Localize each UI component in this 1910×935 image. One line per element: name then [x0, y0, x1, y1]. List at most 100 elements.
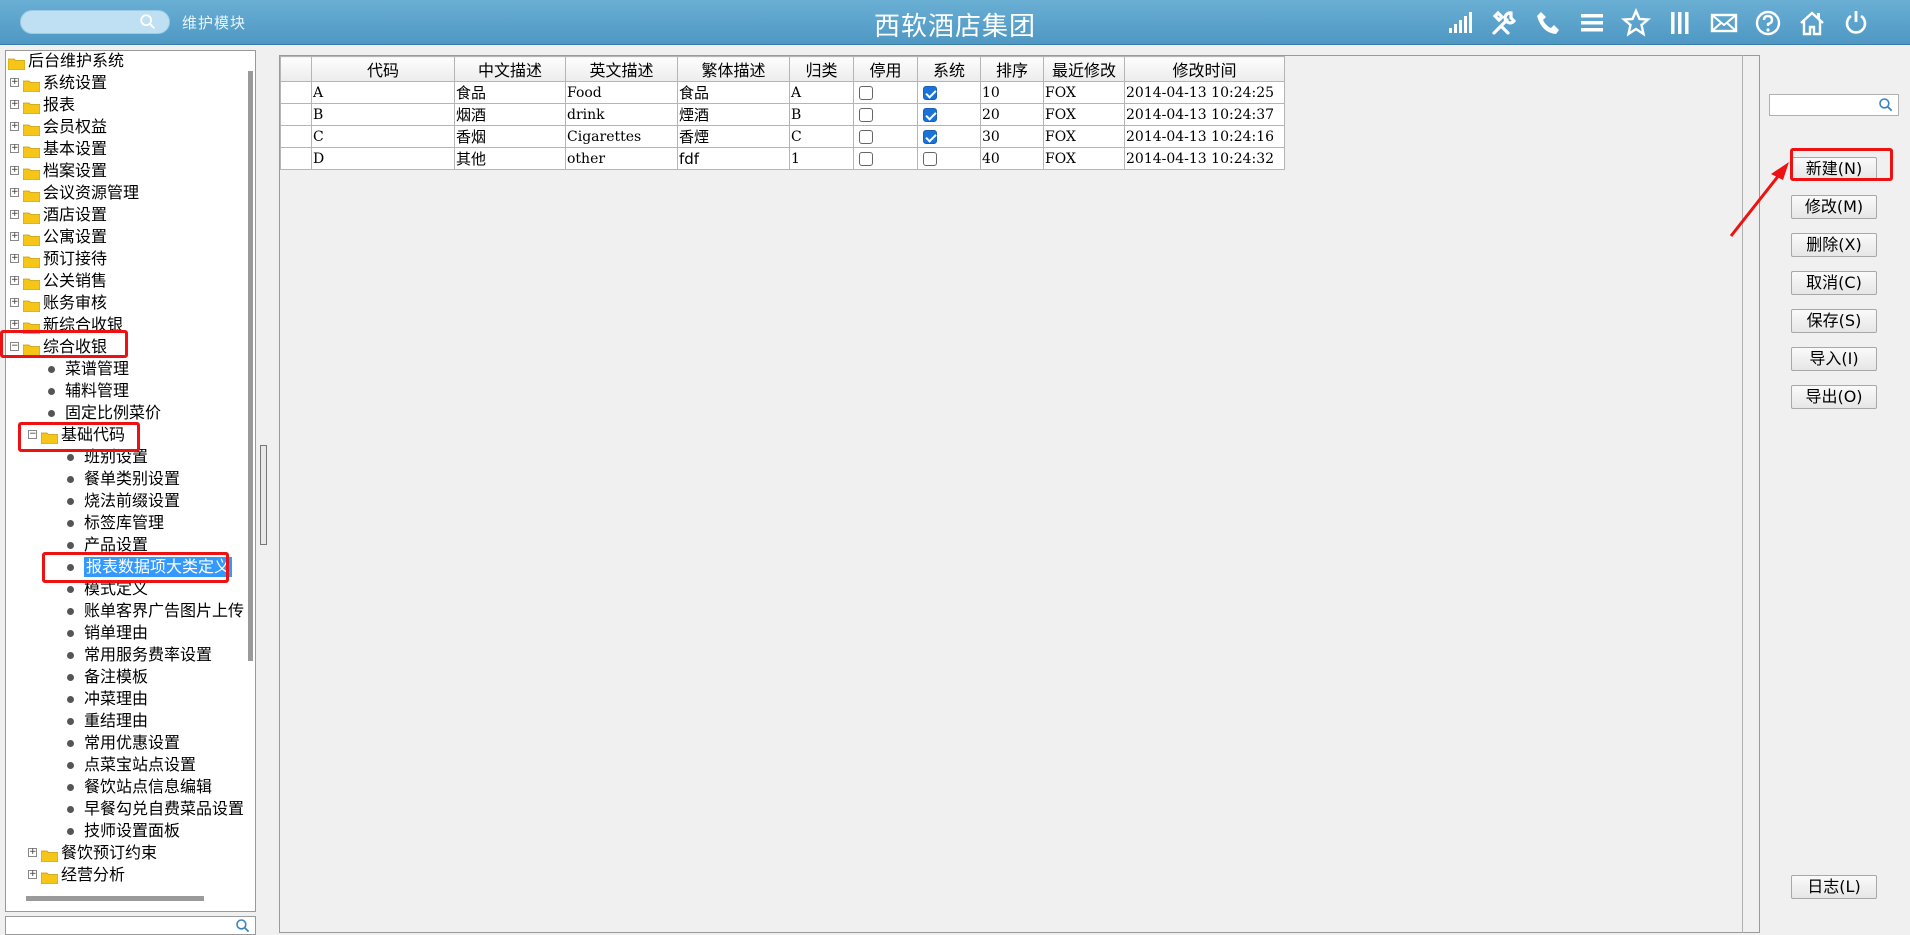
tree-search-input[interactable]	[5, 916, 256, 935]
system-cell[interactable]	[917, 103, 981, 126]
expand-icon[interactable]: +	[10, 298, 19, 307]
search-icon[interactable]	[1878, 97, 1894, 113]
system-cell[interactable]	[917, 147, 981, 170]
expand-icon[interactable]: +	[10, 188, 19, 197]
system-checkbox[interactable]	[923, 85, 937, 100]
expand-icon[interactable]: +	[10, 276, 19, 285]
help-icon[interactable]	[1752, 8, 1784, 38]
system-checkbox[interactable]	[923, 107, 937, 122]
traditional-desc-cell[interactable]: 香煙	[677, 125, 790, 148]
traditional-desc-cell[interactable]: 煙酒	[677, 103, 790, 126]
expand-icon[interactable]: +	[10, 78, 19, 87]
disabled-checkbox[interactable]	[859, 107, 873, 122]
column-header[interactable]: 代码	[311, 56, 455, 82]
code-cell[interactable]: C	[311, 125, 455, 148]
grid-search-input[interactable]	[1769, 94, 1899, 116]
disabled-cell[interactable]	[853, 125, 918, 148]
edit-button[interactable]: 修改(M)	[1791, 195, 1877, 219]
order-cell[interactable]: 20	[980, 103, 1044, 126]
code-cell[interactable]: B	[311, 103, 455, 126]
expand-icon[interactable]: +	[10, 320, 19, 329]
disabled-cell[interactable]	[853, 147, 918, 170]
columns-icon[interactable]	[1664, 8, 1696, 38]
table-row[interactable]: C 香烟 Cigarettes 香煙 C 30 FOX 2014-04-13 10:24:16	[280, 125, 1285, 148]
order-cell[interactable]: 40	[980, 147, 1044, 170]
disabled-checkbox[interactable]	[859, 129, 873, 144]
delete-button[interactable]: 删除(X)	[1791, 233, 1877, 257]
expand-icon[interactable]: +	[10, 232, 19, 241]
column-header[interactable]: 繁体描述	[677, 56, 790, 82]
order-cell[interactable]: 10	[980, 81, 1044, 104]
modified-time-cell[interactable]: 2014-04-13 10:24:37	[1124, 103, 1285, 126]
modifier-cell[interactable]: FOX	[1043, 81, 1125, 104]
home-icon[interactable]	[1796, 8, 1828, 38]
column-header[interactable]: 排序	[980, 56, 1044, 82]
modified-time-cell[interactable]: 2014-04-13 10:24:25	[1124, 81, 1285, 104]
expand-icon[interactable]: +	[10, 210, 19, 219]
disabled-cell[interactable]	[853, 81, 918, 104]
chinese-desc-cell[interactable]: 食品	[454, 81, 566, 104]
signal-icon[interactable]	[1444, 8, 1476, 38]
expand-icon[interactable]: +	[10, 122, 19, 131]
cancel-button[interactable]: 取消(C)	[1791, 271, 1877, 295]
category-cell[interactable]: 1	[789, 147, 854, 170]
english-desc-cell[interactable]: Food	[565, 81, 678, 104]
disabled-checkbox[interactable]	[859, 85, 873, 100]
category-cell[interactable]: A	[789, 81, 854, 104]
search-icon[interactable]	[235, 918, 251, 934]
save-button[interactable]: 保存(S)	[1791, 309, 1877, 333]
category-cell[interactable]: B	[789, 103, 854, 126]
column-header[interactable]: 英文描述	[565, 56, 678, 82]
system-checkbox[interactable]	[923, 129, 937, 144]
system-cell[interactable]	[917, 125, 981, 148]
system-cell[interactable]	[917, 81, 981, 104]
tree-vertical-scrollbar[interactable]	[248, 71, 253, 661]
english-desc-cell[interactable]: drink	[565, 103, 678, 126]
category-cell[interactable]: C	[789, 125, 854, 148]
table-row[interactable]: B 烟酒 drink 煙酒 B 20 FOX 2014-04-13 10:24:37	[280, 103, 1285, 126]
column-header[interactable]: 修改时间	[1124, 56, 1285, 82]
code-cell[interactable]: D	[311, 147, 455, 170]
panel-splitter[interactable]	[260, 445, 267, 545]
column-header[interactable]: 归类	[789, 56, 854, 82]
chinese-desc-cell[interactable]: 香烟	[454, 125, 566, 148]
traditional-desc-cell[interactable]: 食品	[677, 81, 790, 104]
phone-icon[interactable]	[1532, 8, 1564, 38]
column-header[interactable]: 系统	[917, 56, 981, 82]
disabled-cell[interactable]	[853, 103, 918, 126]
import-button[interactable]: 导入(I)	[1791, 347, 1877, 371]
log-button[interactable]: 日志(L)	[1791, 875, 1877, 899]
expand-icon[interactable]: +	[10, 100, 19, 109]
modified-time-cell[interactable]: 2014-04-13 10:24:32	[1124, 147, 1285, 170]
mail-icon[interactable]	[1708, 8, 1740, 38]
modifier-cell[interactable]: FOX	[1043, 103, 1125, 126]
column-header[interactable]: 中文描述	[454, 56, 566, 82]
star-icon[interactable]	[1620, 8, 1652, 38]
row-header-cell[interactable]	[280, 81, 312, 104]
tree-horizontal-scrollbar[interactable]	[26, 896, 204, 901]
row-header-cell[interactable]	[280, 103, 312, 126]
table-row[interactable]: A 食品 Food 食品 A 10 FOX 2014-04-13 10:24:25	[280, 81, 1285, 104]
menu-icon[interactable]	[1576, 8, 1608, 38]
column-header[interactable]: 停用	[853, 56, 918, 82]
system-checkbox[interactable]	[923, 151, 937, 166]
table-row[interactable]: D 其他 other fdf 1 40 FOX 2014-04-13 10:24:32	[280, 147, 1285, 170]
order-cell[interactable]: 30	[980, 125, 1044, 148]
expand-icon[interactable]: +	[10, 254, 19, 263]
row-header-cell[interactable]	[280, 125, 312, 148]
modifier-cell[interactable]: FOX	[1043, 147, 1125, 170]
english-desc-cell[interactable]: other	[565, 147, 678, 170]
english-desc-cell[interactable]: Cigarettes	[565, 125, 678, 148]
expand-icon[interactable]: +	[10, 166, 19, 175]
column-header[interactable]: 最近修改	[1043, 56, 1125, 82]
code-cell[interactable]: A	[311, 81, 455, 104]
power-icon[interactable]	[1840, 8, 1872, 38]
chinese-desc-cell[interactable]: 烟酒	[454, 103, 566, 126]
tools-icon[interactable]	[1488, 8, 1520, 38]
export-button[interactable]: 导出(O)	[1791, 385, 1877, 409]
chinese-desc-cell[interactable]: 其他	[454, 147, 566, 170]
modifier-cell[interactable]: FOX	[1043, 125, 1125, 148]
traditional-desc-cell[interactable]: fdf	[677, 147, 790, 170]
disabled-checkbox[interactable]	[859, 151, 873, 166]
expand-icon[interactable]: +	[28, 870, 37, 879]
